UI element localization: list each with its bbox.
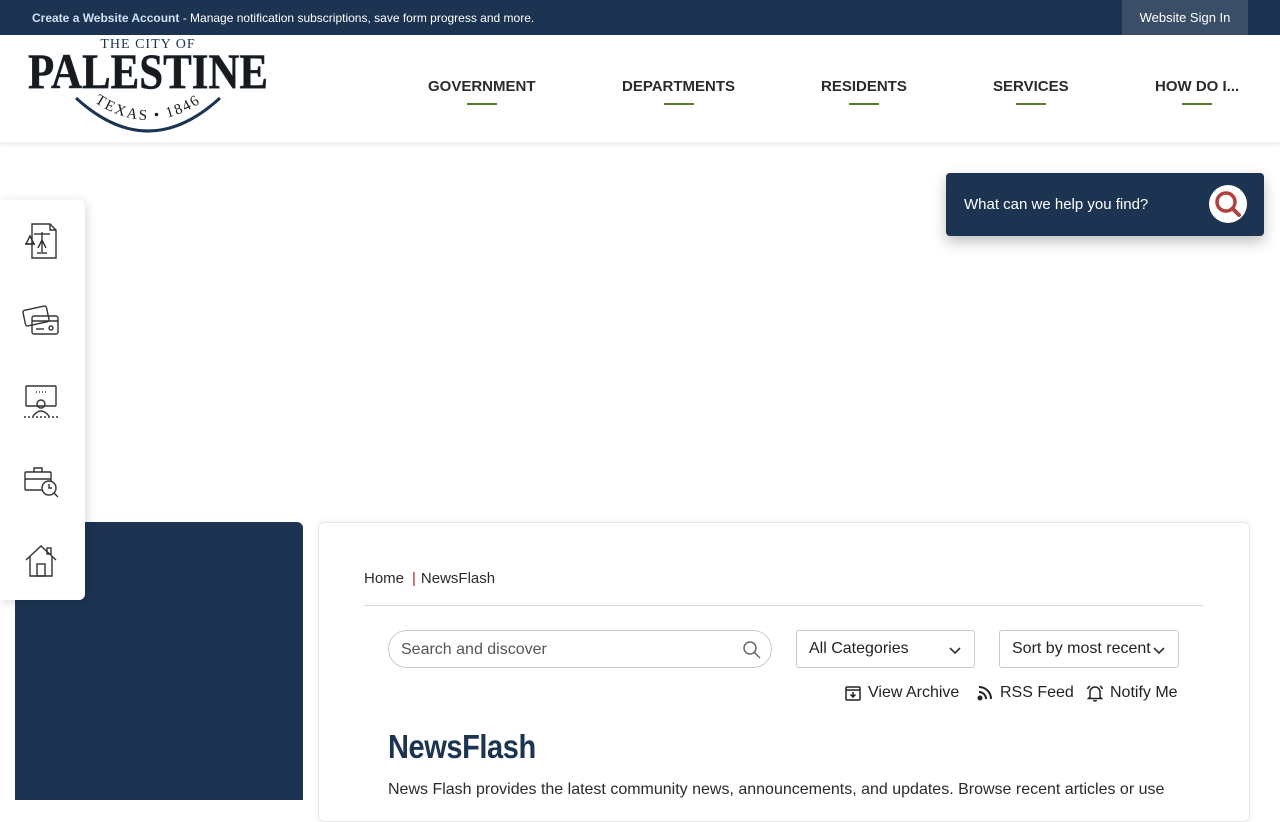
breadcrumb-current: NewsFlash	[420, 570, 496, 587]
search-icon	[1215, 191, 1241, 217]
rss-feed-link[interactable]: RSS Feed	[976, 684, 1074, 702]
chevron-down-icon	[1152, 643, 1166, 657]
notify-me-label: Notify Me	[1110, 684, 1178, 701]
content-card	[318, 522, 1250, 822]
archive-icon	[845, 686, 861, 701]
page-intro: News Flash provides the latest community…	[388, 781, 1165, 798]
nav-services[interactable]: SERVICES	[993, 78, 1069, 105]
legal-document-icon	[24, 223, 57, 259]
nav-departments[interactable]: DEPARTMENTS	[622, 78, 735, 105]
view-archive-label: View Archive	[868, 684, 960, 701]
nav-residents[interactable]: RESIDENTS	[821, 78, 907, 105]
meeting-presenter-icon	[24, 385, 58, 418]
search-icon[interactable]	[742, 640, 762, 660]
jobs-briefcase-icon	[24, 467, 59, 498]
account-promo: Create a Website Account - Manage notifi…	[32, 11, 534, 25]
quicklink-meetings[interactable]	[20, 380, 62, 422]
breadcrumb-divider	[364, 605, 1203, 606]
quicklink-jobs[interactable]	[20, 460, 62, 502]
newsflash-search-input[interactable]	[401, 639, 721, 661]
quicklink-home[interactable]	[20, 540, 62, 582]
view-archive-link[interactable]: View Archive	[844, 684, 959, 702]
quicklink-legal[interactable]	[20, 220, 62, 262]
category-select-value: All Categories	[809, 640, 909, 657]
quick-links-sidebar	[0, 200, 85, 600]
quicklink-payments[interactable]	[20, 300, 62, 342]
category-select[interactable]: All Categories	[796, 630, 975, 668]
logo-name: PALESTINE	[28, 43, 268, 99]
nav-government[interactable]: GOVERNMENT	[428, 78, 536, 105]
account-promo-text: - Manage notification subscriptions, sav…	[179, 11, 535, 25]
rss-feed-label: RSS Feed	[1000, 684, 1074, 701]
notify-me-link[interactable]: Notify Me	[1086, 684, 1178, 702]
site-search-input[interactable]	[964, 191, 1194, 217]
page-title: NewsFlash	[388, 728, 536, 765]
sort-select-value: Sort by most recent	[1012, 640, 1151, 657]
payment-card-icon	[22, 305, 59, 335]
newsflash-search-field	[388, 630, 772, 668]
site-search-button[interactable]	[1209, 185, 1247, 223]
create-account-link[interactable]: Create a Website Account	[32, 11, 179, 25]
sort-select[interactable]: Sort by most recent	[999, 630, 1179, 668]
breadcrumb: Home | NewsFlash	[364, 570, 495, 587]
breadcrumb-separator: |	[412, 570, 416, 587]
breadcrumb-home[interactable]: Home	[364, 570, 404, 587]
nav-how-do-i[interactable]: HOW DO I...	[1155, 78, 1239, 105]
city-logo[interactable]: THE CITY OF PALESTINE TEXAS • 1846	[24, 26, 272, 136]
chevron-down-icon	[949, 647, 961, 655]
home-icon	[25, 545, 57, 577]
rss-icon	[977, 686, 992, 701]
bell-icon	[1086, 685, 1104, 702]
website-sign-in-button[interactable]: Website Sign In	[1122, 0, 1248, 35]
